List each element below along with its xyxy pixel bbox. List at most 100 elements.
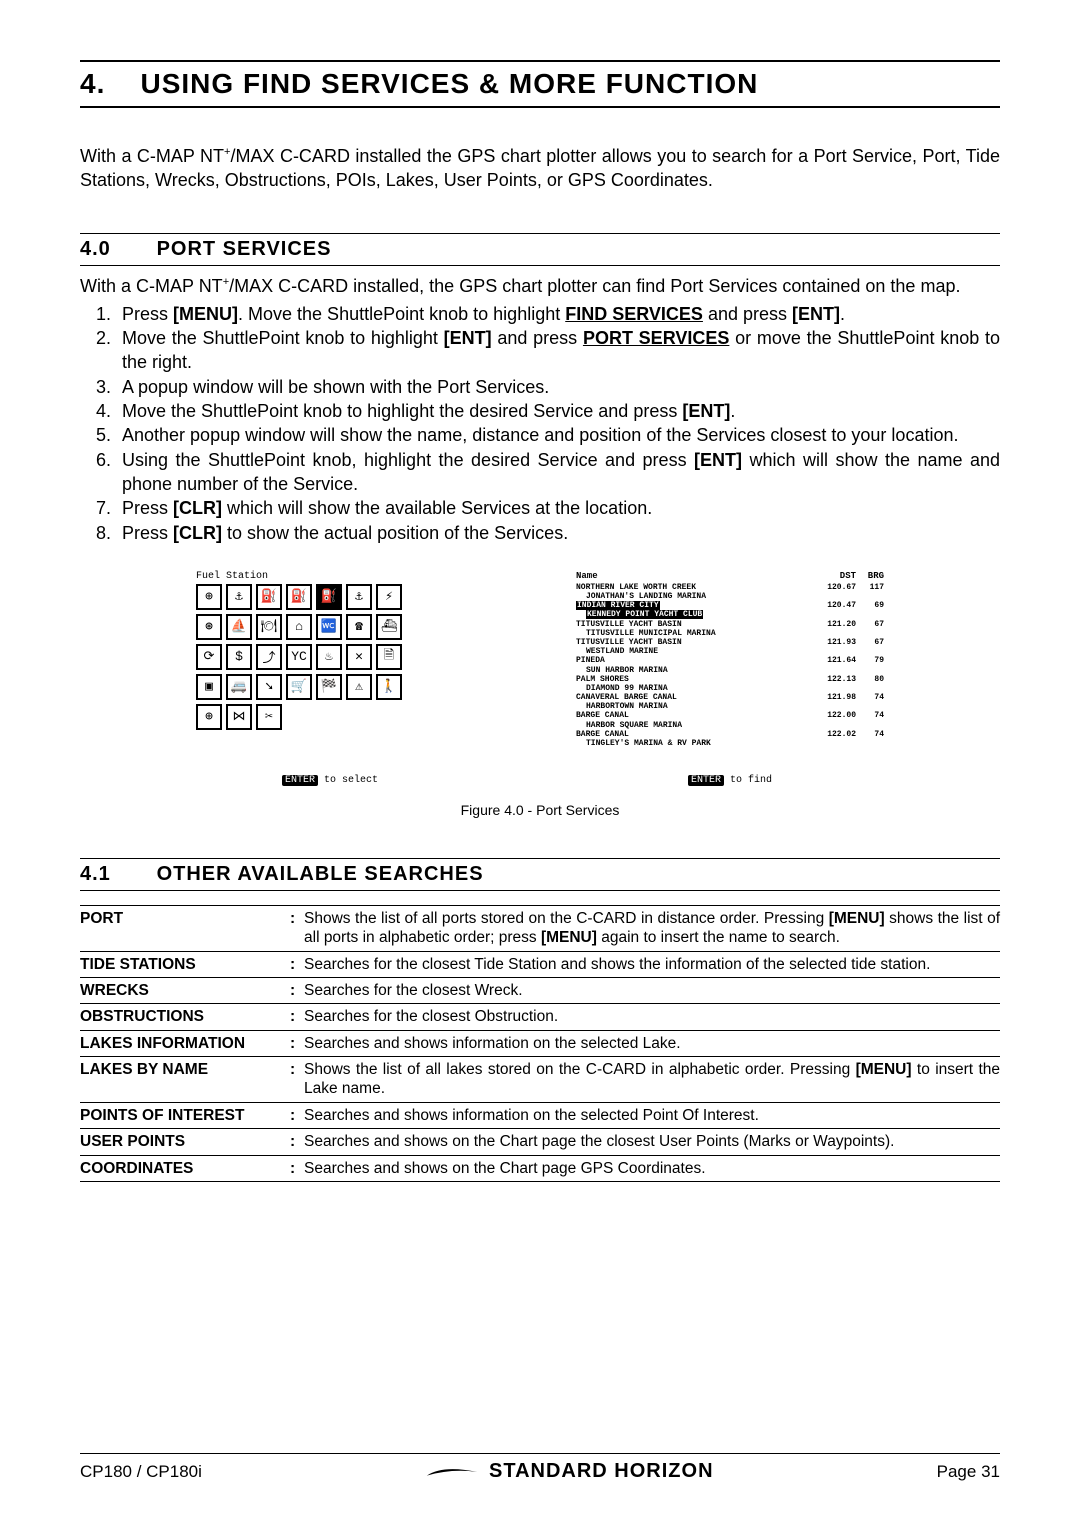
result-row[interactable]: BARGE CANAL122.0274 (570, 730, 890, 739)
result-row[interactable]: BARGE CANAL122.0074 (570, 711, 890, 720)
service-icon[interactable]: YC (286, 644, 312, 670)
step-item: A popup window will be shown with the Po… (116, 375, 1000, 399)
search-desc: Searches for the closest Obstruction. (304, 1007, 1000, 1026)
lead-post: /MAX C-CARD installed, the GPS chart plo… (229, 276, 960, 296)
colon: : (290, 909, 304, 948)
result-row[interactable]: TITUSVILLE YACHT BASIN121.9367 (570, 638, 890, 647)
step-item: Move the ShuttlePoint knob to highlight … (116, 326, 1000, 375)
service-icon[interactable]: ⚡ (376, 584, 402, 610)
footer-bar: CP180 / CP180i STANDARD HORIZON Page 31 (80, 1454, 1000, 1483)
step-item: Using the ShuttlePoint knob, highlight t… (116, 448, 1000, 497)
step-item: Press [MENU]. Move the ShuttlePoint knob… (116, 302, 1000, 326)
result-row-sub: HARBOR SQUARE MARINA (570, 721, 890, 730)
service-icon[interactable]: ⛽ (286, 584, 312, 610)
colon: : (290, 1034, 304, 1053)
search-label: WRECKS (80, 981, 290, 1000)
service-icon[interactable]: ⋈ (226, 704, 252, 730)
col-dst: DST (812, 571, 856, 581)
colon: : (290, 955, 304, 974)
service-icon[interactable]: ✂ (256, 704, 282, 730)
result-row-sub: KENNEDY POINT YACHT CLUB (570, 610, 890, 619)
search-desc: Searches for the closest Tide Station an… (304, 955, 1000, 974)
search-desc: Searches and shows on the Chart page GPS… (304, 1159, 1000, 1178)
result-row[interactable]: TITUSVILLE YACHT BASIN121.2067 (570, 620, 890, 629)
result-row-sub: HARBORTOWN MARINA (570, 702, 890, 711)
service-icon[interactable]: ⚓ (346, 584, 372, 610)
service-icon[interactable]: ⟳ (196, 644, 222, 670)
service-icon[interactable]: ⛵ (226, 614, 252, 640)
search-row: USER POINTS:Searches and shows on the Ch… (80, 1129, 1000, 1155)
chapter-underline (80, 106, 1000, 108)
service-icon[interactable]: ⌂ (286, 614, 312, 640)
result-row[interactable]: CANAVERAL BARGE CANAL121.9874 (570, 693, 890, 702)
colon: : (290, 1106, 304, 1125)
results-panel: Name DST BRG NORTHERN LAKE WORTH CREEK12… (570, 567, 890, 792)
result-row[interactable]: INDIAN RIVER CITY120.4769 (570, 601, 890, 610)
service-icon[interactable]: $ (226, 644, 252, 670)
search-label: PORT (80, 909, 290, 948)
service-icon[interactable]: ☎ (346, 614, 372, 640)
step-item: Move the ShuttlePoint knob to highlight … (116, 399, 1000, 423)
result-row[interactable]: PINEDA121.6479 (570, 656, 890, 665)
service-icon[interactable]: 🏁 (316, 674, 342, 700)
service-icon[interactable]: ⚓ (226, 584, 252, 610)
result-row[interactable]: PALM SHORES122.1380 (570, 675, 890, 684)
service-icon[interactable]: ➘ (256, 674, 282, 700)
service-icon[interactable]: 🗎 (376, 644, 402, 670)
search-row: COORDINATES:Searches and shows on the Ch… (80, 1156, 1000, 1182)
search-table: PORT:Shows the list of all ports stored … (80, 905, 1000, 1182)
search-desc: Searches and shows information on the se… (304, 1034, 1000, 1053)
search-row: LAKES INFORMATION:Searches and shows inf… (80, 1031, 1000, 1057)
col-name: Name (576, 571, 812, 581)
section-4-1-title: 4.1 OTHER AVAILABLE SEARCHES (80, 859, 1000, 890)
step-item: Press [CLR] to show the actual position … (116, 521, 1000, 545)
service-icon[interactable]: ⚠ (346, 674, 372, 700)
service-icon[interactable]: ⛽ (256, 584, 282, 610)
figure-caption: Figure 4.0 - Port Services (80, 802, 1000, 818)
footer-right: Page 31 (937, 1462, 1000, 1482)
service-icon[interactable]: 🍽 (256, 614, 282, 640)
service-icon[interactable]: ⊕ (196, 584, 222, 610)
search-row: TIDE STATIONS:Searches for the closest T… (80, 952, 1000, 978)
result-row[interactable]: NORTHERN LAKE WORTH CREEK120.67117 (570, 583, 890, 592)
search-desc: Searches and shows information on the se… (304, 1106, 1000, 1125)
service-icon[interactable]: ▣ (196, 674, 222, 700)
section-4-0-lead: With a C-MAP NT+/MAX C-CARD installed, t… (80, 274, 1000, 298)
service-icon[interactable]: ⤴ (256, 644, 282, 670)
search-label: POINTS OF INTEREST (80, 1106, 290, 1125)
search-desc: Shows the list of all lakes stored on th… (304, 1060, 1000, 1099)
search-desc: Shows the list of all ports stored on th… (304, 909, 1000, 948)
search-desc: Searches and shows on the Chart page the… (304, 1132, 1000, 1151)
result-row-sub: WESTLAND MARINE (570, 647, 890, 656)
search-row: POINTS OF INTEREST:Searches and shows in… (80, 1103, 1000, 1129)
service-icon[interactable]: ✕ (346, 644, 372, 670)
result-rows: NORTHERN LAKE WORTH CREEK120.67117JONATH… (570, 583, 890, 748)
service-icon[interactable]: ⊛ (196, 614, 222, 640)
enter-key-icon: ENTER (688, 775, 724, 786)
search-label: LAKES BY NAME (80, 1060, 290, 1099)
service-icon[interactable]: ⊕ (196, 704, 222, 730)
colon: : (290, 981, 304, 1000)
search-row: LAKES BY NAME:Shows the list of all lake… (80, 1057, 1000, 1103)
search-label: LAKES INFORMATION (80, 1034, 290, 1053)
service-icon[interactable]: 🚐 (226, 674, 252, 700)
icon-panel-title: Fuel Station (190, 567, 470, 584)
result-row-sub: DIAMOND 99 MARINA (570, 684, 890, 693)
section-4-1-rule-bottom (80, 890, 1000, 891)
service-icon[interactable]: 🚾 (316, 614, 342, 640)
footer-left: CP180 / CP180i (80, 1462, 202, 1482)
service-icon[interactable]: ⛽ (316, 584, 342, 610)
icon-panel-footer: ENTER to select (190, 775, 470, 786)
service-icon[interactable]: 🚶 (376, 674, 402, 700)
service-icon[interactable]: ♨ (316, 644, 342, 670)
section-4-1-num: 4.1 (80, 863, 150, 886)
icon-panel: Fuel Station ⊕⚓⛽⛽⛽⚓⚡⊛⛵🍽⌂🚾☎⛴⟳$⤴YC♨✕🗎▣🚐➘🛒🏁… (190, 567, 470, 792)
service-icon[interactable]: ⛴ (376, 614, 402, 640)
section-4-0: 4.0 PORT SERVICES With a C-MAP NT+/MAX C… (80, 233, 1000, 545)
intro-paragraph: With a C-MAP NT+/MAX C-CARD installed th… (80, 144, 1000, 193)
search-label: USER POINTS (80, 1132, 290, 1151)
figure-row: Fuel Station ⊕⚓⛽⛽⛽⚓⚡⊛⛵🍽⌂🚾☎⛴⟳$⤴YC♨✕🗎▣🚐➘🛒🏁… (80, 567, 1000, 792)
col-brg: BRG (856, 571, 884, 581)
colon: : (290, 1132, 304, 1151)
service-icon[interactable]: 🛒 (286, 674, 312, 700)
